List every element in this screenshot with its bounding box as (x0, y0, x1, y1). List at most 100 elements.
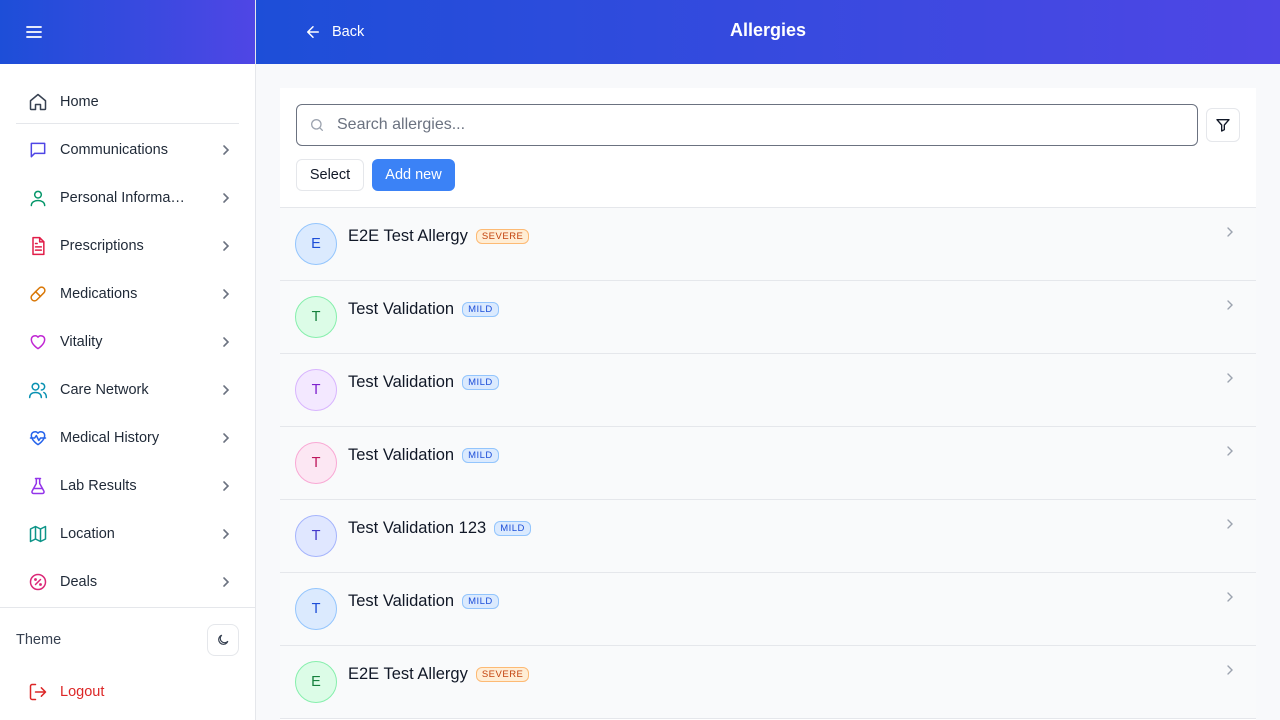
list-item[interactable]: T Test Validation MILD (280, 427, 1256, 500)
sidebar-item-prescriptions[interactable]: Prescriptions (16, 222, 239, 270)
sidebar-footer: Theme Logout (0, 607, 255, 720)
sidebar-item-label: Communications (60, 142, 168, 158)
sidebar-item-label: Prescriptions (60, 238, 144, 254)
sidebar-item-lab-results[interactable]: Lab Results (16, 462, 239, 510)
allergy-name: Test Validation 123 (348, 519, 487, 537)
sidebar-nav: Home Communications Personal Information… (0, 64, 255, 606)
main-content: Select Add new EE2E Test AllergySEVERETT… (256, 64, 1280, 720)
sidebar-item-home[interactable]: Home (16, 80, 239, 124)
severity-badge: MILD (462, 375, 499, 390)
sidebar-item-communications[interactable]: Communications (16, 126, 239, 174)
avatar: E (295, 661, 337, 703)
users-icon (28, 382, 48, 399)
sidebar-item-deals[interactable]: Deals (16, 558, 239, 606)
select-button[interactable]: Select (296, 159, 364, 191)
chevron-right-icon (223, 481, 230, 491)
pill-icon (30, 286, 46, 302)
heart-icon (30, 335, 46, 350)
search-icon (311, 119, 323, 131)
user-icon (30, 190, 46, 207)
list-toolbar: Select Add new (280, 88, 1256, 208)
chevron-right-icon (1227, 227, 1233, 237)
avatar: T (295, 442, 337, 484)
avatar: T (295, 369, 337, 411)
sidebar-item-vitality[interactable]: Vitality (16, 318, 239, 366)
theme-row: Theme (0, 608, 255, 672)
sidebar: Home Communications Personal Information… (0, 0, 256, 720)
add-new-button[interactable]: Add new (372, 159, 455, 191)
list-item[interactable]: E E2E Test Allergy SEVERE (280, 646, 1256, 719)
avatar: T (295, 588, 337, 630)
logout-button[interactable]: Logout (0, 672, 255, 712)
sidebar-item-label: Lab Results (60, 478, 137, 494)
chevron-right-icon (223, 529, 230, 539)
list-item[interactable]: T Test Validation MILD (280, 354, 1256, 427)
list-item[interactable]: E E2E Test Allergy SEVERE (280, 208, 1256, 281)
allergy-title: Test Validation 123 MILD (348, 519, 531, 538)
chevron-right-icon (1227, 665, 1233, 675)
filter-icon (1216, 119, 1230, 132)
search-input[interactable] (337, 116, 1177, 134)
severity-badge: SEVERE (475, 667, 530, 682)
chevron-right-icon (223, 577, 230, 587)
list-item[interactable]: T Test Validation MILD (280, 573, 1256, 646)
allergy-name: Test Validation (348, 373, 455, 391)
sidebar-item-label: Care Network (60, 382, 149, 398)
sidebar-item-label: Medical History (60, 430, 160, 446)
sidebar-item-medications[interactable]: Medications (16, 270, 239, 318)
chevron-right-icon (223, 289, 230, 299)
list-item[interactable]: T Test Validation MILD (280, 281, 1256, 354)
chevron-right-icon (223, 433, 230, 443)
sidebar-item-location[interactable]: Location (16, 510, 239, 558)
theme-toggle-button[interactable] (207, 624, 239, 656)
severity-badge: MILD (494, 521, 531, 536)
allergy-list: E E2E Test Allergy SEVERE T Test Validation M… (280, 208, 1256, 719)
chevron-right-icon (223, 385, 230, 395)
allergies-panel: Select Add new EE2E Test AllergySEVERETT… (280, 88, 1256, 720)
severity-badge: MILD (462, 302, 499, 317)
logout-label: Logout (60, 684, 105, 700)
avatar: T (295, 296, 337, 338)
allergy-title: Test Validation MILD (348, 300, 499, 319)
heart-pulse-icon (29, 431, 47, 446)
chevron-right-icon (1227, 519, 1233, 529)
chevron-right-icon (1227, 592, 1233, 602)
sidebar-item-label: Personal Information (60, 190, 188, 206)
sidebar-item-label: Vitality (60, 334, 103, 350)
sidebar-item-medical-history[interactable]: Medical History (16, 414, 239, 462)
badge-percent-icon (29, 573, 47, 591)
filter-button[interactable] (1206, 108, 1240, 142)
allergy-title: Test Validation MILD (348, 446, 499, 465)
list-item[interactable]: T Test Validation 123 MILD (280, 500, 1256, 573)
menu-icon[interactable] (24, 22, 44, 42)
top-bar: Back Allergies (256, 0, 1280, 64)
chevron-right-icon (1227, 446, 1233, 456)
severity-badge: MILD (462, 594, 499, 609)
sidebar-item-label: Home (60, 93, 99, 110)
search-box (296, 104, 1198, 146)
sidebar-header (0, 0, 255, 64)
sidebar-item-label: Location (60, 526, 115, 542)
theme-label: Theme (16, 632, 62, 648)
severity-badge: SEVERE (475, 229, 530, 244)
chevron-right-icon (223, 193, 230, 203)
severity-badge: MILD (462, 448, 499, 463)
allergy-name: Test Validation (348, 300, 455, 318)
chevron-right-icon (223, 337, 230, 347)
sidebar-item-label: Medications (60, 286, 138, 302)
allergy-name: E2E Test Allergy (348, 227, 468, 245)
sidebar-item-care-network[interactable]: Care Network (16, 366, 239, 414)
allergy-title: Test Validation MILD (348, 373, 499, 392)
moon-icon (218, 634, 229, 645)
avatar: T (295, 515, 337, 557)
flask-icon (31, 477, 45, 495)
chevron-right-icon (223, 145, 230, 155)
sidebar-item-personal-information[interactable]: Personal Information (16, 174, 239, 222)
allergy-name: E2E Test Allergy (348, 665, 468, 683)
map-icon (29, 525, 47, 543)
file-text-icon (32, 236, 45, 256)
chevron-right-icon (1227, 300, 1233, 310)
message-square-icon (30, 142, 46, 158)
allergy-name: Test Validation (348, 592, 455, 610)
allergy-title: E2E Test Allergy SEVERE (348, 227, 530, 246)
